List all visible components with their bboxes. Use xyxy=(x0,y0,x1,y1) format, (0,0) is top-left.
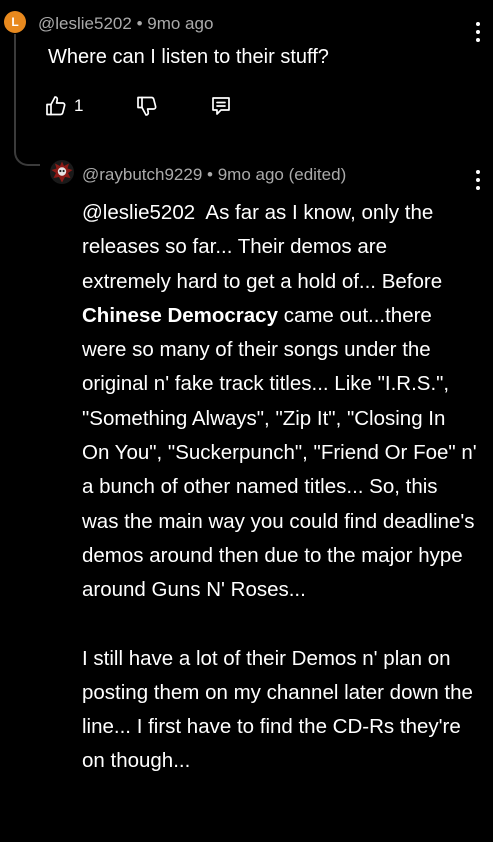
comment-author[interactable]: @leslie5202 xyxy=(38,14,132,33)
more-vertical-icon xyxy=(476,170,480,174)
reply-avatar[interactable] xyxy=(50,160,74,184)
more-vertical-icon xyxy=(476,22,480,26)
dislike-button[interactable] xyxy=(135,94,159,118)
thread-connector xyxy=(14,140,40,166)
reply-paragraph-1: @leslie5202 As far as I know, only the r… xyxy=(82,196,477,608)
like-button[interactable]: 1 xyxy=(44,94,83,118)
reply-paragraph-2: I still have a lot of their Demos n' pla… xyxy=(82,646,473,773)
reply-text-part-2: came out...there were so many of their s… xyxy=(82,303,477,602)
meta-separator: • xyxy=(136,14,143,33)
thumbs-up-icon xyxy=(46,96,66,116)
comment-meta: @leslie5202 • 9mo ago xyxy=(38,14,213,34)
comment-text: Where can I listen to their stuff? xyxy=(48,46,329,68)
skull-avatar-icon xyxy=(51,161,73,183)
reply-meta: @raybutch9229 • 9mo ago (edited) xyxy=(82,165,346,185)
avatar[interactable]: L xyxy=(4,11,26,33)
thread-line xyxy=(14,34,16,152)
thumbs-down-icon xyxy=(137,96,157,116)
reply-more-button[interactable] xyxy=(468,170,488,190)
comment-more-button[interactable] xyxy=(468,22,488,42)
like-count: 1 xyxy=(74,96,84,115)
reply-bold-text: Chinese Democracy xyxy=(82,303,278,327)
reply-icon xyxy=(212,97,231,115)
mention-link[interactable]: @leslie5202 xyxy=(82,201,195,224)
reply-button[interactable] xyxy=(209,94,233,118)
comment-actions: 1 xyxy=(44,94,233,118)
meta-separator: • xyxy=(207,165,213,184)
comment-time: 9mo ago xyxy=(147,14,214,33)
reply-time: 9mo ago (edited) xyxy=(217,165,347,184)
reply-text: @leslie5202 As far as I know, only the r… xyxy=(82,196,477,779)
reply-author[interactable]: @raybutch9229 xyxy=(82,165,202,184)
avatar-letter: L xyxy=(11,15,19,29)
